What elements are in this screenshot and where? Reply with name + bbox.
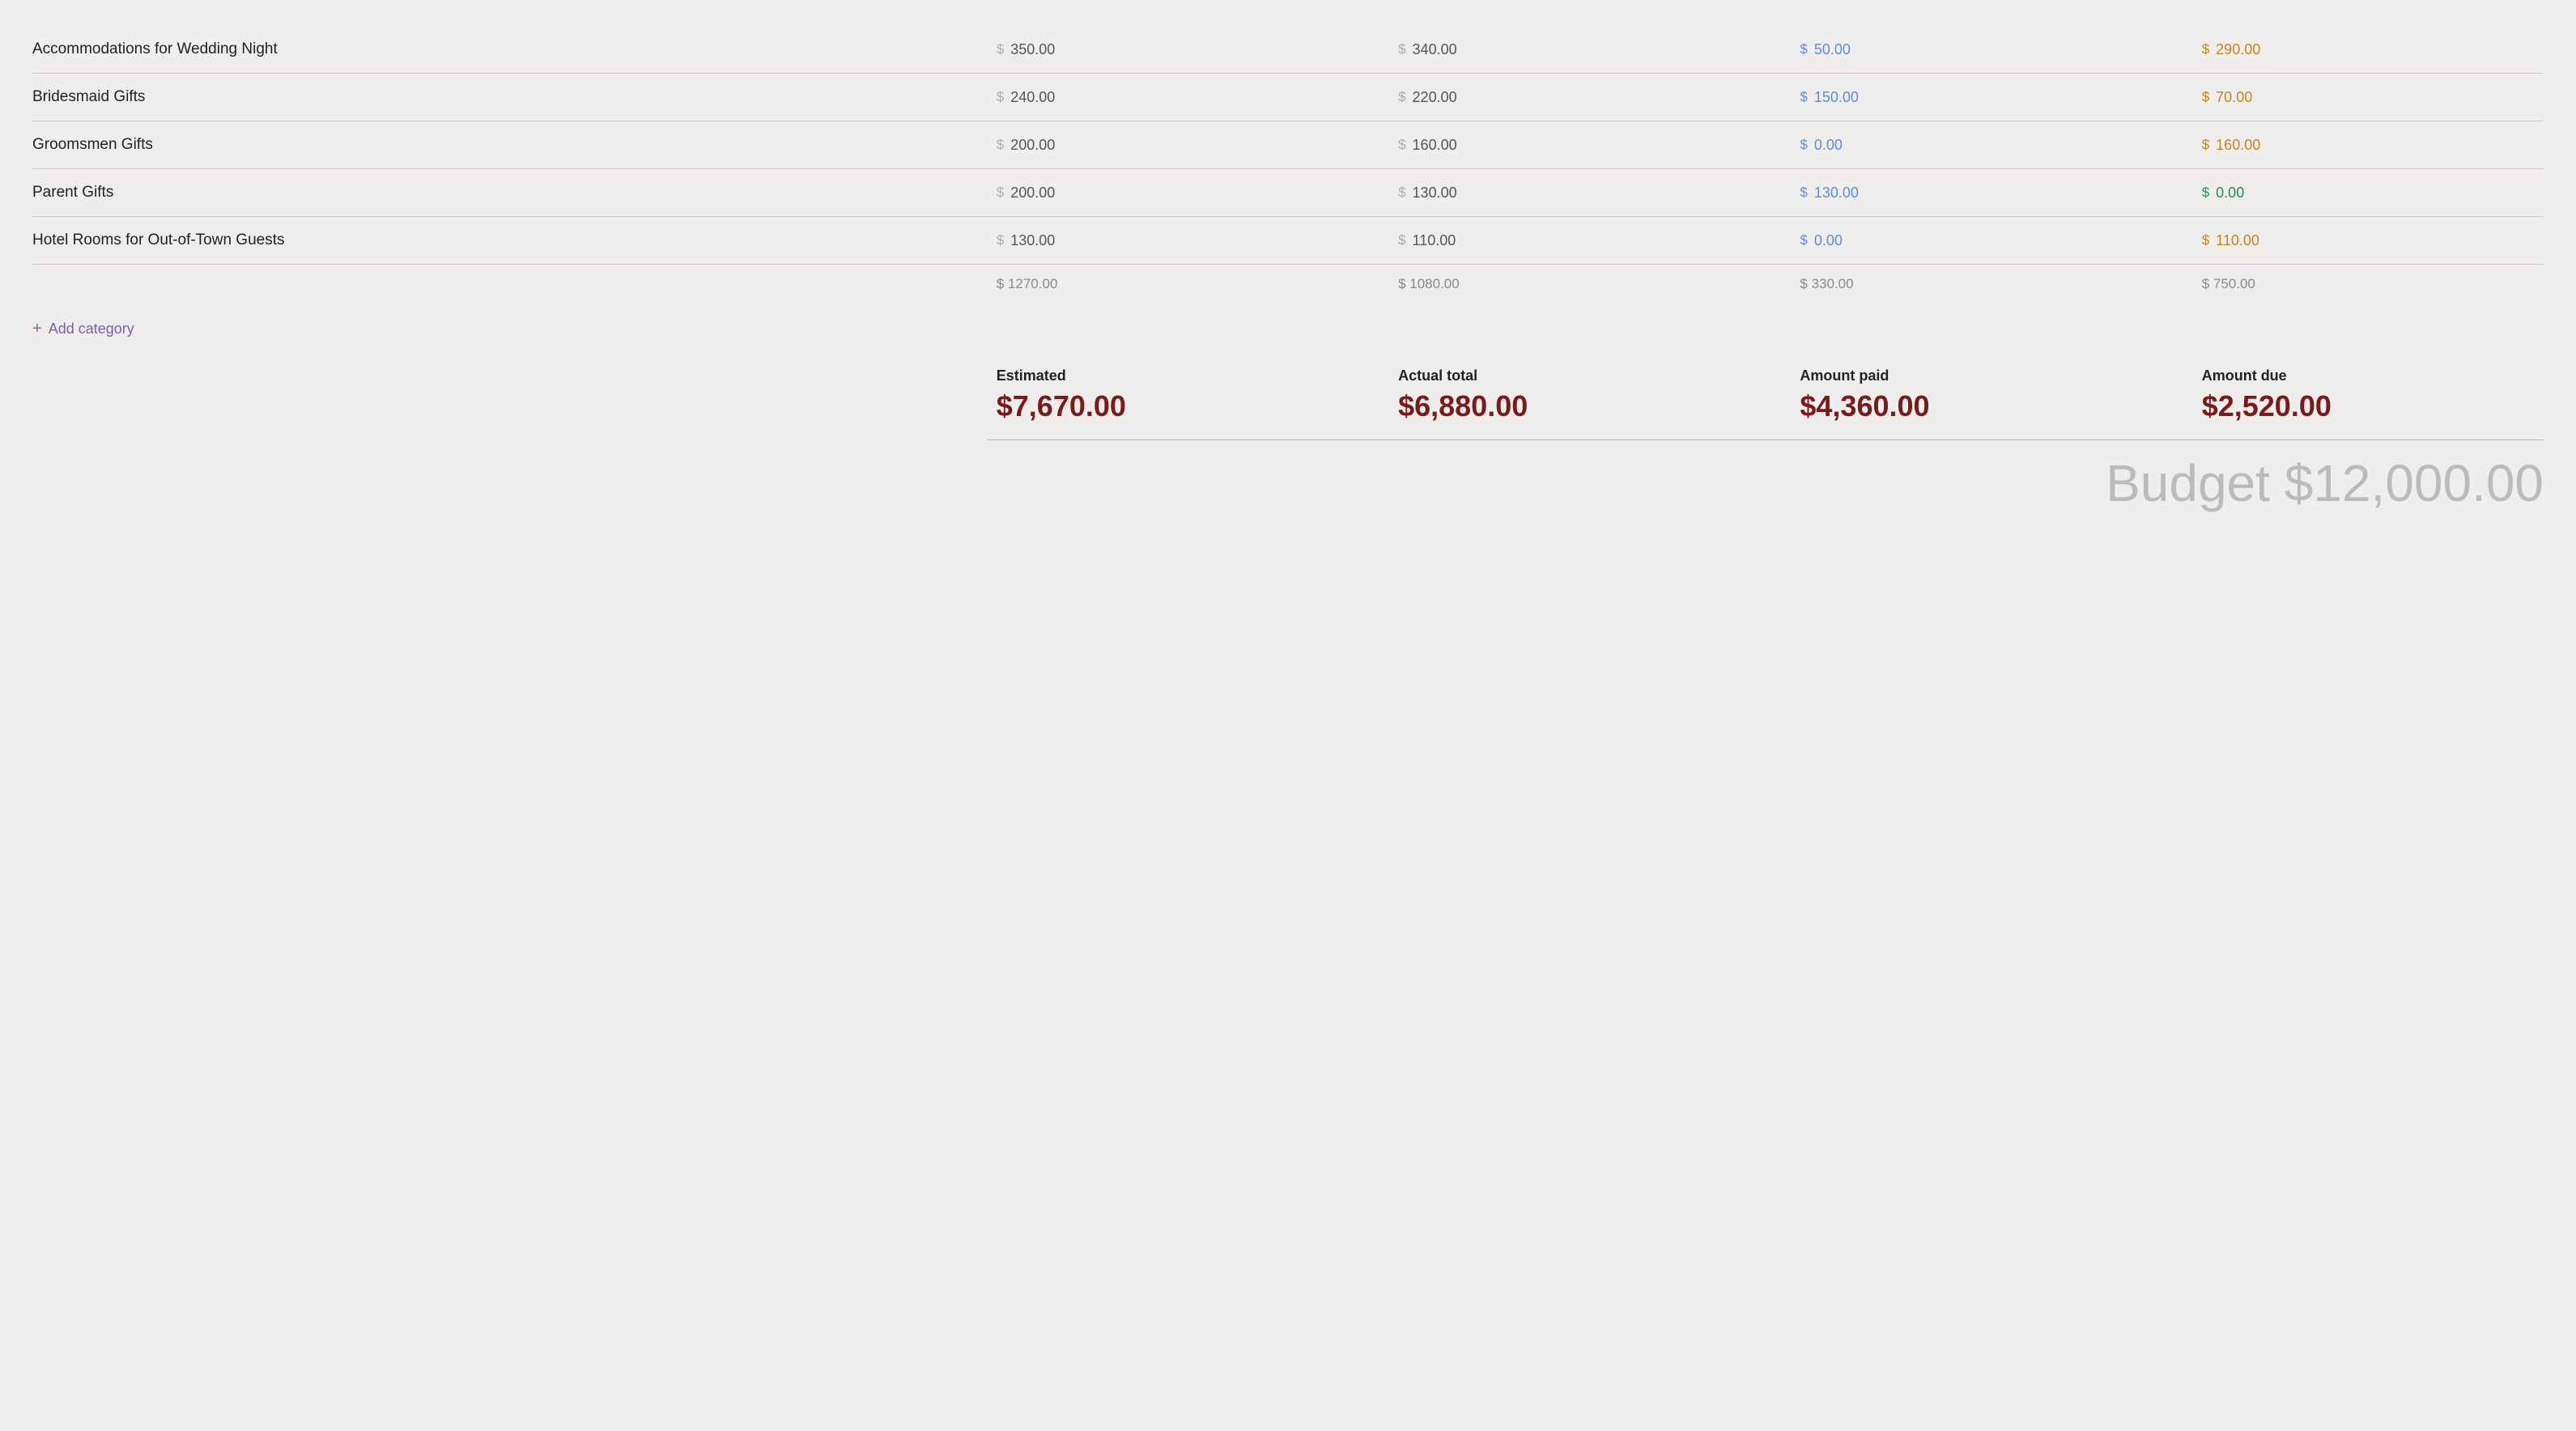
- totals-divider: [987, 439, 2544, 440]
- row-estimated: $ 200.00: [987, 169, 1388, 217]
- actual-value: 220.00: [1413, 89, 1457, 106]
- paid-value: 130.00: [1814, 185, 1859, 202]
- row-estimated: $ 240.00: [987, 74, 1388, 121]
- table-row: Bridesmaid Gifts $ 240.00 $ 220.00 $ 150…: [32, 74, 2544, 121]
- add-category-button[interactable]: + Add category: [32, 320, 134, 338]
- table-row: Parent Gifts $ 200.00 $ 130.00 $ 130.00: [32, 169, 2544, 217]
- actual-value: 160.00: [1413, 137, 1457, 154]
- row-paid: $ 50.00: [1790, 26, 2191, 74]
- total-due-value: $2,520.00: [2192, 388, 2544, 433]
- dollar-icon: $: [1800, 89, 1807, 105]
- subtotal-actual: $ 1080.00: [1398, 276, 1780, 292]
- actual-value: 130.00: [1413, 185, 1457, 202]
- dollar-icon: $: [2202, 89, 2209, 105]
- dollar-icon: $: [997, 185, 1004, 201]
- table-row: Groomsmen Gifts $ 200.00 $ 160.00 $ 0.00: [32, 121, 2544, 169]
- table-row: Hotel Rooms for Out-of-Town Guests $ 130…: [32, 217, 2544, 265]
- dollar-icon: $: [1800, 232, 1807, 248]
- row-paid: $ 0.00: [1790, 217, 2191, 265]
- dollar-icon: $: [1398, 137, 1405, 153]
- dollar-icon: $: [1800, 137, 1807, 153]
- row-actual: $ 340.00: [1388, 26, 1790, 74]
- due-value: 70.00: [2216, 89, 2252, 106]
- row-due: $ 290.00: [2192, 26, 2544, 74]
- row-due: $ 0.00: [2192, 169, 2544, 217]
- due-value: 110.00: [2216, 232, 2259, 249]
- due-value: 290.00: [2216, 41, 2260, 58]
- dollar-icon: $: [2202, 232, 2209, 248]
- due-value: 160.00: [2216, 137, 2260, 154]
- total-estimated-value: $7,670.00: [987, 388, 1388, 433]
- subtotal-paid: $ 330.00: [1800, 276, 2182, 292]
- dollar-icon: $: [1800, 41, 1807, 57]
- dollar-icon: $: [1398, 41, 1405, 57]
- paid-value: 150.00: [1814, 89, 1859, 106]
- row-name: Accommodations for Wedding Night: [32, 26, 987, 74]
- dollar-icon: $: [1800, 185, 1807, 201]
- budget-label: Budget $12,000.00: [2106, 454, 2544, 512]
- dollar-icon: $: [2202, 41, 2209, 57]
- estimated-label: Estimated: [987, 361, 1388, 388]
- row-paid: $ 150.00: [1790, 74, 2191, 121]
- row-actual: $ 110.00: [1388, 217, 1790, 265]
- total-actual-value: $6,880.00: [1388, 388, 1790, 433]
- row-paid: $ 0.00: [1790, 121, 2191, 169]
- dollar-icon: $: [2202, 185, 2209, 201]
- row-estimated: $ 200.00: [987, 121, 1388, 169]
- row-actual: $ 160.00: [1388, 121, 1790, 169]
- row-due: $ 160.00: [2192, 121, 2544, 169]
- budget-display: Budget $12,000.00: [32, 453, 2544, 513]
- row-name: Groomsmen Gifts: [32, 121, 987, 169]
- row-name: Parent Gifts: [32, 169, 987, 217]
- dollar-icon: $: [997, 232, 1004, 248]
- totals-label-row: Estimated Actual total Amount paid Amoun…: [32, 361, 2544, 388]
- row-due: $ 70.00: [2192, 74, 2544, 121]
- actual-label: Actual total: [1388, 361, 1790, 388]
- row-estimated: $ 130.00: [987, 217, 1388, 265]
- row-name: Hotel Rooms for Out-of-Town Guests: [32, 217, 987, 265]
- table-row: Accommodations for Wedding Night $ 350.0…: [32, 26, 2544, 74]
- paid-label: Amount paid: [1790, 361, 2191, 388]
- actual-value: 340.00: [1413, 41, 1457, 58]
- total-paid-value: $4,360.00: [1790, 388, 2191, 433]
- due-value: 0.00: [2216, 185, 2244, 202]
- estimated-value: 130.00: [1010, 232, 1055, 249]
- row-name: Bridesmaid Gifts: [32, 74, 987, 121]
- dollar-icon: $: [1398, 232, 1405, 248]
- dollar-icon: $: [1398, 185, 1405, 201]
- paid-value: 50.00: [1814, 41, 1851, 58]
- dollar-icon: $: [997, 41, 1004, 57]
- paid-value: 0.00: [1814, 137, 1843, 154]
- plus-icon: +: [32, 320, 42, 338]
- row-due: $ 110.00: [2192, 217, 2544, 265]
- estimated-value: 200.00: [1010, 137, 1055, 154]
- row-actual: $ 130.00: [1388, 169, 1790, 217]
- add-category-label: Add category: [49, 321, 134, 338]
- actual-value: 110.00: [1413, 232, 1456, 249]
- due-label: Amount due: [2192, 361, 2544, 388]
- dollar-icon: $: [2202, 137, 2209, 153]
- budget-table: Accommodations for Wedding Night $ 350.0…: [32, 26, 2544, 355]
- totals-table: Estimated Actual total Amount paid Amoun…: [32, 361, 2544, 433]
- totals-value-row: $7,670.00 $6,880.00 $4,360.00 $2,520.00: [32, 388, 2544, 433]
- dollar-icon: $: [1398, 89, 1405, 105]
- row-paid: $ 130.00: [1790, 169, 2191, 217]
- dollar-icon: $: [997, 89, 1004, 105]
- paid-value: 0.00: [1814, 232, 1843, 249]
- row-actual: $ 220.00: [1388, 74, 1790, 121]
- estimated-value: 350.00: [1010, 41, 1055, 58]
- subtotals-row: $ 1270.00 $ 1080.00 $ 330.00 $ 750.00: [32, 265, 2544, 304]
- row-estimated: $ 350.00: [987, 26, 1388, 74]
- add-category-row: + Add category: [32, 304, 2544, 355]
- totals-section: Estimated Actual total Amount paid Amoun…: [32, 361, 2544, 513]
- subtotal-estimated: $ 1270.00: [997, 276, 1379, 292]
- dollar-icon: $: [997, 137, 1004, 153]
- subtotal-due: $ 750.00: [2202, 276, 2534, 292]
- estimated-value: 240.00: [1010, 89, 1055, 106]
- estimated-value: 200.00: [1010, 185, 1055, 202]
